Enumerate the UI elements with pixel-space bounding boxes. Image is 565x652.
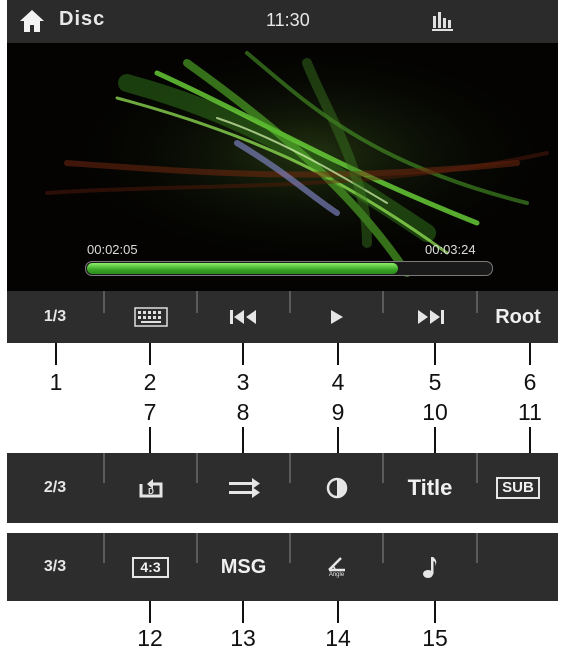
callout-1: 1: [49, 369, 63, 395]
angle-button[interactable]: Angle: [291, 533, 382, 601]
page-indicator: 1/3: [43, 308, 67, 325]
control-bar-page-2: 2/3 D Title SUB: [7, 453, 558, 523]
subtitle-label: SUB: [496, 477, 540, 499]
shuffle-button[interactable]: [198, 453, 289, 523]
page-indicator: 3/3: [43, 558, 67, 575]
callout-14: 14: [325, 625, 351, 651]
callout-13: 13: [230, 625, 256, 651]
music-note-icon: [423, 557, 437, 578]
subtitle-button[interactable]: SUB: [478, 453, 558, 523]
title-label: Title: [407, 475, 453, 500]
callout-12: 12: [137, 625, 163, 651]
home-icon[interactable]: [19, 8, 45, 34]
clock: 11:30: [266, 10, 310, 30]
control-bar-page-1: 1/3 Root: [7, 291, 558, 343]
callout-9: 9: [331, 399, 345, 425]
angle-label: Angle: [328, 571, 345, 578]
control-bar-page-3: 3/3 4:3 MSG Angle: [7, 533, 558, 601]
root-label: Root: [495, 305, 541, 328]
msg-label: MSG: [220, 555, 267, 578]
callout-line: [242, 427, 244, 453]
callout-line: [242, 343, 244, 365]
page-1-of-3-button[interactable]: 1/3: [7, 291, 103, 343]
callout-7: 7: [143, 399, 157, 425]
callout-line: [529, 427, 531, 453]
next-track-button[interactable]: [384, 291, 476, 343]
aspect-ratio-button[interactable]: 4:3: [105, 533, 196, 601]
svg-text:D: D: [148, 487, 154, 496]
aspect-ratio-label: 4:3: [132, 556, 169, 578]
repeat-disc-icon: D: [139, 479, 162, 498]
page-2-of-3-button[interactable]: 2/3: [7, 453, 103, 523]
callout-3: 3: [236, 369, 250, 395]
callout-6: 6: [523, 369, 537, 395]
callout-line: [149, 427, 151, 453]
elapsed-time: 00:02:05: [87, 242, 138, 257]
audio-button[interactable]: [384, 533, 476, 601]
repeat-button[interactable]: D: [105, 453, 196, 523]
callout-line: [529, 343, 531, 365]
page-indicator: 2/3: [43, 479, 67, 496]
angle-icon: [327, 556, 345, 571]
keyboard-icon: [133, 307, 168, 327]
shuffle-icon: [228, 478, 260, 498]
status-bar: Disc 11:30: [7, 0, 558, 43]
callout-line: [434, 601, 436, 623]
callout-line: [337, 343, 339, 365]
callout-line: [242, 601, 244, 623]
callout-8: 8: [236, 399, 250, 425]
callout-line: [337, 427, 339, 453]
previous-track-button[interactable]: [198, 291, 289, 343]
empty-slot: [478, 533, 558, 601]
next-track-icon: [418, 310, 444, 324]
play-icon: [330, 310, 343, 324]
callout-line: [434, 343, 436, 365]
callout-5: 5: [428, 369, 442, 395]
callout-line: [337, 601, 339, 623]
brightness-button[interactable]: [291, 453, 382, 523]
play-button[interactable]: [291, 291, 382, 343]
progress-fill: [87, 263, 398, 274]
source-label: Disc: [59, 8, 106, 30]
title-button[interactable]: Title: [384, 453, 476, 523]
video-display[interactable]: 00:02:05 00:03:24: [7, 43, 558, 291]
callout-10: 10: [422, 399, 448, 425]
callout-line: [149, 601, 151, 623]
brightness-icon: [326, 477, 347, 499]
keyboard-button[interactable]: [105, 291, 196, 343]
equalizer-icon[interactable]: [431, 10, 455, 32]
callout-line: [149, 343, 151, 365]
callout-4: 4: [331, 369, 345, 395]
callout-line: [55, 343, 57, 365]
progress-bar[interactable]: [85, 261, 493, 276]
callout-15: 15: [422, 625, 448, 651]
callout-2: 2: [143, 369, 157, 395]
callout-11: 11: [518, 399, 542, 425]
previous-track-icon: [229, 310, 256, 324]
total-time: 00:03:24: [425, 242, 476, 257]
msg-button[interactable]: MSG: [198, 533, 289, 601]
page-3-of-3-button[interactable]: 3/3: [7, 533, 103, 601]
callout-line: [434, 427, 436, 453]
root-button[interactable]: Root: [478, 291, 558, 343]
